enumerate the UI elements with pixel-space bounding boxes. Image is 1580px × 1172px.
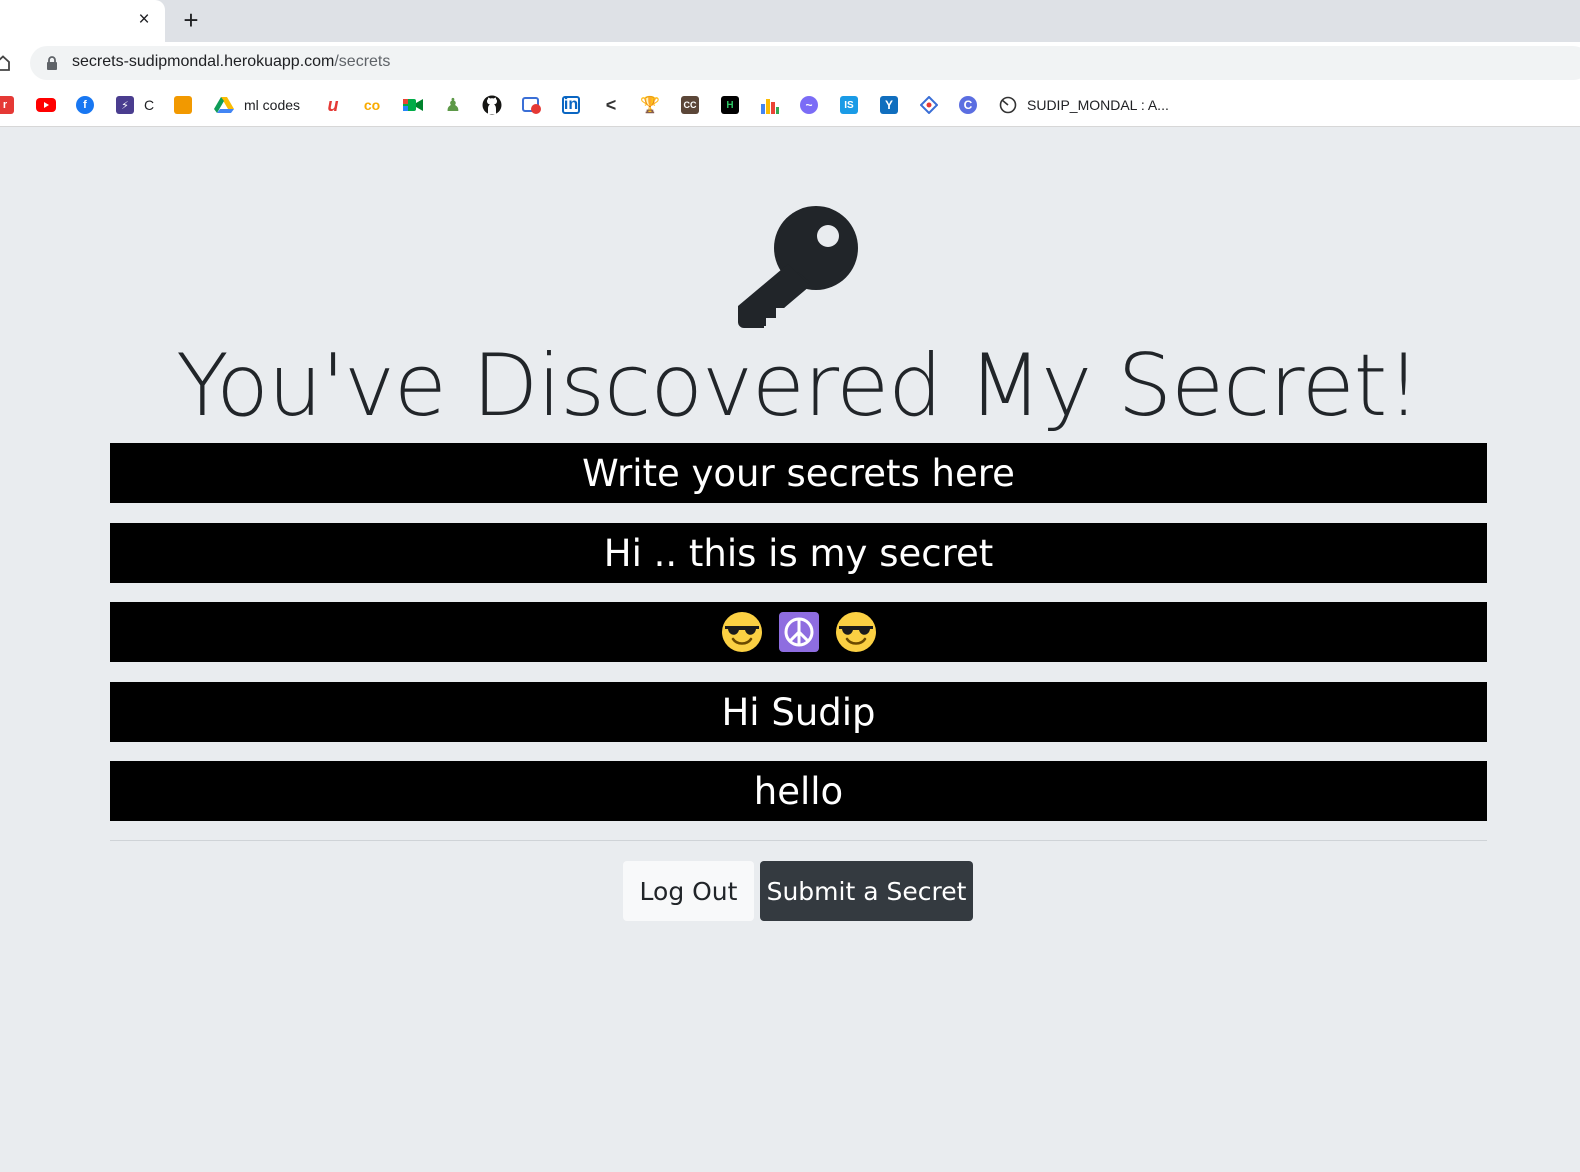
close-tab-icon[interactable]: ×	[134, 8, 154, 32]
secret-item: hello	[110, 761, 1487, 821]
address-bar[interactable]: secrets-sudipmondal.herokuapp.com/secret…	[30, 46, 1580, 80]
youtube-icon	[36, 98, 56, 112]
home-icon[interactable]	[0, 55, 10, 71]
facebook-icon: f	[76, 96, 94, 114]
secret-item-emoji	[110, 602, 1487, 662]
red-r-icon: r	[0, 96, 14, 114]
bookmark-github[interactable]	[482, 94, 502, 116]
secret-item: Hi .. this is my secret	[110, 523, 1487, 583]
secret-item: Hi Sudip	[110, 682, 1487, 742]
lightning-icon: ⚡	[116, 96, 134, 114]
bookmark-udemy[interactable]: u	[324, 94, 342, 116]
bookmark-record[interactable]	[522, 94, 542, 116]
hackerrank-icon: H	[721, 96, 739, 114]
bookmark-trophy[interactable]: 🏆	[640, 94, 660, 116]
bookmark-wave[interactable]: ~	[800, 94, 818, 116]
colab-icon: co	[363, 97, 381, 113]
sunglasses-emoji-icon	[721, 612, 762, 652]
bookmark-codechef[interactable]: CC	[681, 94, 699, 116]
record-icon	[522, 97, 541, 114]
bookmark-facebook[interactable]: f	[76, 94, 94, 116]
bookmark-code[interactable]: <	[602, 94, 620, 116]
bookmark-bars[interactable]	[760, 94, 780, 116]
trophy-icon: 🏆	[640, 97, 660, 114]
bookmark-diamond[interactable]	[920, 94, 938, 116]
new-tab-button[interactable]: +	[178, 6, 204, 34]
bookmark-ml-codes[interactable]: ml codes	[214, 94, 300, 116]
bookmark-linkedin[interactable]: in	[562, 94, 580, 116]
url-path: /secrets	[334, 53, 391, 70]
bookmark-sudip-mondal[interactable]: SUDIP_MONDAL : A...	[999, 94, 1169, 116]
sunglasses-emoji-icon	[835, 612, 876, 652]
bookmark-label: C	[144, 97, 155, 113]
c-circle-icon: C	[959, 96, 977, 114]
codechef-icon: CC	[681, 96, 699, 114]
chess-icon: ♟	[444, 94, 462, 115]
lock-icon[interactable]	[46, 56, 58, 70]
secret-item: Write your secrets here	[110, 443, 1487, 503]
bookmark-label: ml codes	[244, 97, 301, 113]
page-title: You've Discovered My Secret!	[176, 336, 1421, 436]
bookmark-yammer[interactable]: Y	[880, 94, 898, 116]
bookmark-red-r[interactable]: r	[0, 94, 14, 116]
notebook-icon	[174, 96, 192, 114]
is-icon: IS	[840, 96, 858, 114]
url-host: secrets-sudipmondal.herokuapp.com	[72, 53, 335, 70]
bookmark-colab[interactable]: co	[363, 94, 381, 116]
bookmark-chess[interactable]: ♟	[444, 94, 462, 116]
diamond-icon	[920, 96, 938, 114]
key-icon	[738, 206, 858, 328]
peace-symbol-icon	[778, 612, 819, 652]
wave-icon: ~	[800, 96, 818, 114]
google-meet-icon	[403, 99, 423, 111]
udemy-icon: u	[327, 94, 339, 115]
bookmark-meet[interactable]	[403, 94, 423, 116]
url-text[interactable]: secrets-sudipmondal.herokuapp.com/secret…	[72, 53, 390, 71]
bookmark-label: SUDIP_MONDAL : A...	[1027, 97, 1169, 113]
google-drive-icon	[214, 97, 234, 113]
bookmark-youtube[interactable]	[36, 94, 56, 116]
yammer-icon: Y	[880, 96, 898, 114]
divider	[110, 840, 1487, 841]
bookmark-c[interactable]: ⚡ C	[116, 94, 154, 116]
bookmark-c-circle[interactable]: C	[959, 94, 977, 116]
github-icon	[482, 95, 502, 115]
active-tab[interactable]: ×	[0, 0, 165, 42]
bookmark-hackerrank[interactable]: H	[721, 94, 739, 116]
tab-strip: × +	[0, 0, 1580, 42]
logout-button[interactable]: Log Out	[623, 861, 754, 921]
bookmark-notebook[interactable]	[174, 94, 192, 116]
browser-toolbar: secrets-sudipmondal.herokuapp.com/secret…	[0, 42, 1580, 84]
bookmarks-bar: r f ⚡ C ml codes u co ♟ in < 🏆 CC H ~ IS…	[0, 84, 1580, 127]
bar-chart-icon	[761, 99, 779, 114]
clock-icon	[999, 96, 1017, 114]
submit-secret-button[interactable]: Submit a Secret	[760, 861, 973, 921]
code-icon: <	[605, 94, 617, 115]
linkedin-icon: in	[562, 96, 580, 114]
bookmark-is[interactable]: IS	[840, 94, 858, 116]
